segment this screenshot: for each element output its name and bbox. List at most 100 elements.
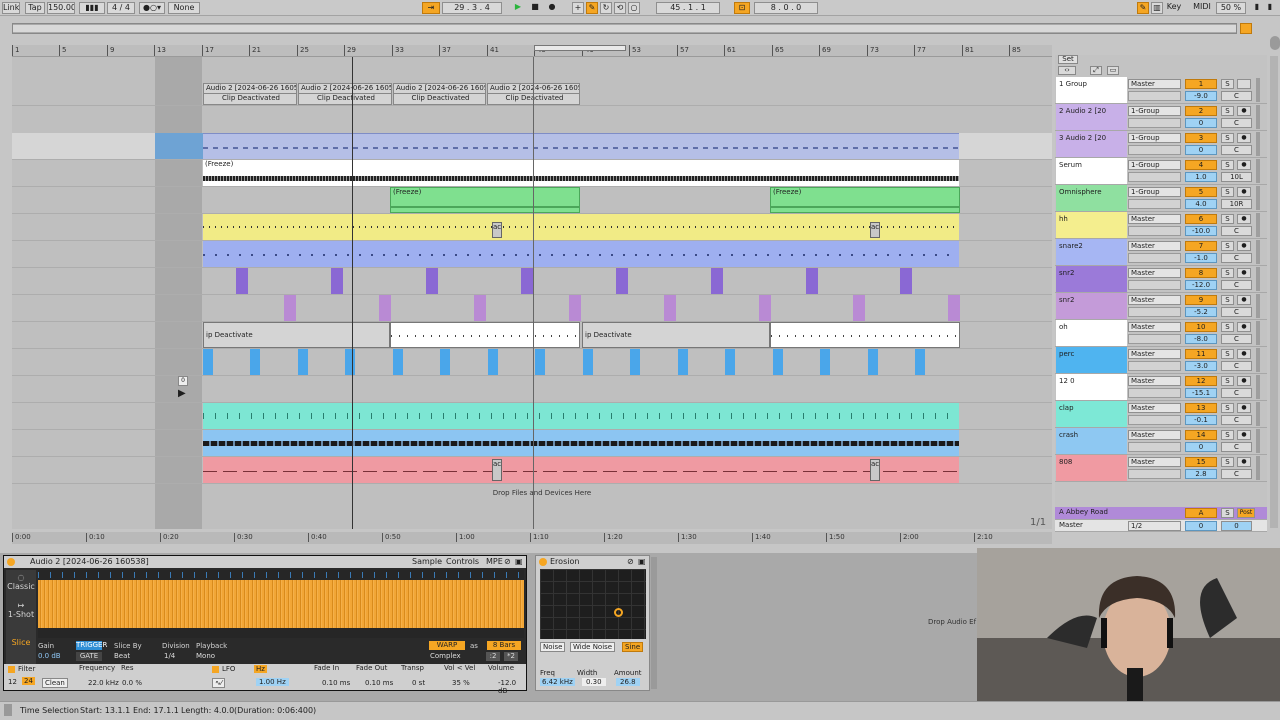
playback-dropdown[interactable]: Mono (196, 652, 215, 660)
punch-icon[interactable]: ○ (628, 2, 640, 14)
clip[interactable] (630, 349, 640, 375)
time-signature-field[interactable]: 4 / 4 (107, 2, 135, 14)
filter-type-dropdown[interactable]: Clean (42, 678, 68, 688)
mixer-track[interactable]: perc Master 11 -3.0 S ● C (1055, 347, 1267, 374)
clip[interactable]: ip Deactivate (203, 322, 390, 348)
track-activator[interactable]: 13 (1185, 403, 1217, 413)
post-button[interactable]: Post (1237, 508, 1255, 518)
track-lane-group[interactable]: Audio 2 [2024-06-26 1605 Clip Deactivate… (12, 79, 1052, 106)
clip[interactable] (521, 268, 533, 294)
clip[interactable]: act (870, 459, 880, 481)
xy-handle[interactable] (614, 608, 623, 617)
track-name[interactable]: 808 (1056, 455, 1127, 481)
track-name[interactable]: oh (1056, 320, 1127, 346)
pan-field[interactable]: C (1221, 469, 1252, 479)
track-lane-808[interactable]: act act (12, 457, 1052, 484)
mixer-track[interactable]: 2 Audio 2 [20 1-Group 2 0 S ● C (1055, 104, 1267, 131)
device-power-icon[interactable] (7, 558, 15, 566)
tap-button[interactable]: Tap (25, 2, 45, 14)
output-routing[interactable]: Master (1128, 322, 1181, 332)
output-channel[interactable] (1128, 91, 1181, 101)
mixer-track[interactable]: 3 Audio 2 [20 1-Group 3 0 S ● C (1055, 131, 1267, 158)
return-activator[interactable]: A (1185, 508, 1217, 518)
xy-pad[interactable] (540, 569, 646, 639)
solo-button[interactable]: S (1221, 295, 1234, 305)
output-routing[interactable]: Master (1128, 241, 1181, 251)
output-channel[interactable] (1128, 442, 1181, 452)
erosion-device[interactable]: Erosion ⊘ ▣ Noise Wide Noise Sine Freq 6… (535, 555, 650, 691)
mixer-track[interactable]: hh Master 6 -10.0 S ● C (1055, 212, 1267, 239)
clip[interactable] (868, 349, 878, 375)
track-activator[interactable]: 1 (1185, 79, 1217, 89)
mixer-track[interactable]: Serum 1-Group 4 1.0 S ● 10L (1055, 158, 1267, 185)
arm-button[interactable]: ● (1237, 349, 1251, 359)
pan-field[interactable]: 10L (1221, 172, 1252, 182)
overdub-icon[interactable]: + (572, 2, 584, 14)
overview-toggle-icon[interactable] (1270, 36, 1280, 50)
clip[interactable] (664, 295, 676, 321)
track-name[interactable]: Serum (1056, 158, 1127, 184)
output-channel[interactable] (1128, 469, 1181, 479)
volume-field[interactable]: -5.2 (1185, 307, 1217, 317)
output-channel[interactable] (1128, 280, 1181, 290)
solo-button[interactable]: S (1221, 376, 1234, 386)
amount-field[interactable]: 26.8 (616, 678, 640, 686)
output-channel[interactable] (1128, 334, 1181, 344)
track-lane-clap[interactable] (12, 403, 1052, 430)
master-pan[interactable]: 0 (1221, 521, 1252, 531)
volume-field[interactable]: -1.0 (1185, 253, 1217, 263)
record-icon[interactable]: ● (545, 2, 559, 14)
track-name[interactable]: hh (1056, 212, 1127, 238)
arm-button[interactable]: ● (1237, 214, 1251, 224)
track-lane-12[interactable]: 0 ▶ (12, 376, 1052, 403)
follow-icon[interactable]: ⇥ (422, 2, 440, 14)
lfo-hz-button[interactable]: Hz (254, 665, 267, 673)
fade-out-value[interactable]: 0.10 ms (365, 679, 393, 687)
track-lane-perc[interactable] (12, 349, 1052, 376)
clip[interactable]: act (492, 222, 502, 238)
track-name[interactable]: snr2 (1056, 293, 1127, 319)
clip[interactable] (203, 403, 959, 429)
output-routing[interactable]: Master (1128, 457, 1181, 467)
time-ruler[interactable]: 0:00 0:10 0:20 0:30 0:40 0:50 1:00 1:10 … (12, 532, 1052, 544)
output-channel[interactable] (1128, 415, 1181, 425)
output-routing[interactable]: 1-Group (1128, 106, 1181, 116)
solo-button[interactable]: S (1221, 214, 1234, 224)
beat-time-ruler[interactable]: 1 5 9 13 17 21 25 29 33 37 41 45 49 53 5… (12, 45, 1052, 57)
solo-button[interactable]: S (1221, 79, 1234, 89)
solo-button[interactable]: S (1221, 133, 1234, 143)
set-button[interactable]: Set (1058, 55, 1078, 64)
stop-icon[interactable]: ■ (528, 2, 542, 14)
volume-field[interactable]: 0 (1185, 145, 1217, 155)
mixer-track[interactable]: 12 0 Master 12 -15.1 S ● C (1055, 374, 1267, 401)
draw-mode-icon[interactable]: ✎ (1137, 2, 1149, 14)
transpose-value[interactable]: 0 st (412, 679, 425, 687)
mode-wide-noise-button[interactable]: Wide Noise (570, 642, 616, 652)
arm-button[interactable]: ● (1237, 133, 1251, 143)
pan-field[interactable]: C (1221, 91, 1252, 101)
arrangement-view[interactable]: Audio 2 [2024-06-26 1605 Clip Deactivate… (12, 57, 1052, 529)
solo-button[interactable]: S (1221, 187, 1234, 197)
clip[interactable] (440, 349, 450, 375)
volume-field[interactable]: -10.0 (1185, 226, 1217, 236)
output-channel[interactable] (1128, 388, 1181, 398)
track-name[interactable]: perc (1056, 347, 1127, 373)
return-track[interactable]: A Abbey Road A S Post (1055, 507, 1267, 520)
pan-field[interactable]: C (1221, 307, 1252, 317)
midi-map-button[interactable]: MIDI (1192, 2, 1212, 14)
clip[interactable] (390, 322, 580, 348)
track-activator[interactable]: 7 (1185, 241, 1217, 251)
arm-button[interactable]: ● (1237, 322, 1251, 332)
expand-icon[interactable]: ⤢ (1090, 66, 1102, 75)
track-activator[interactable]: 9 (1185, 295, 1217, 305)
output-routing[interactable]: Master (1128, 295, 1181, 305)
solo-button[interactable]: S (1221, 268, 1234, 278)
track-lane-crash[interactable] (12, 430, 1052, 457)
clip[interactable]: (Freeze) (770, 187, 960, 213)
res-value[interactable]: 0.0 % (122, 679, 142, 687)
metronome-bars-icon[interactable]: ▮▮▮ (79, 2, 105, 14)
master-track[interactable]: Master 1/2 0 0 (1055, 520, 1267, 532)
clip[interactable]: act (870, 222, 880, 238)
metronome-icon[interactable]: ●○▾ (139, 2, 165, 14)
volume-field[interactable]: -0.1 (1185, 415, 1217, 425)
